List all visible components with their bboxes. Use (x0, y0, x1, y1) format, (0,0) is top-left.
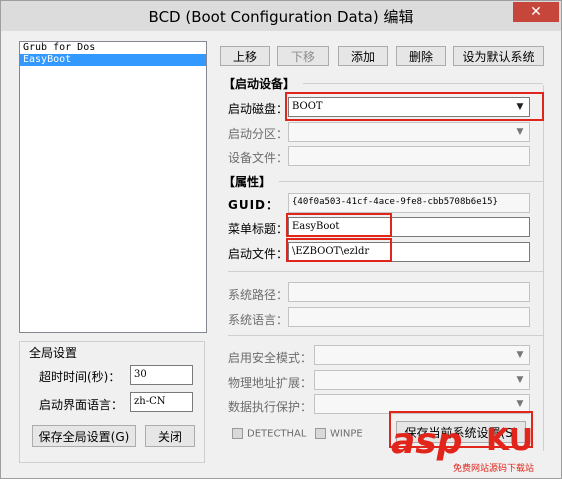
title-bar: BCD (Boot Configuration Data) 编辑 ✕ (1, 1, 561, 31)
system-language-field[interactable] (288, 307, 530, 327)
watermark-asp: asp (391, 421, 463, 462)
close-icon: ✕ (530, 4, 542, 20)
system-path-label: 系统路径： (228, 288, 289, 302)
menu-title-label: 菜单标题： (228, 222, 289, 236)
close-button[interactable]: 关闭 (145, 425, 195, 447)
highlight-box-disk (285, 92, 544, 121)
pae-select[interactable]: ▼ (314, 370, 530, 390)
move-up-button[interactable]: 上移 (220, 46, 270, 66)
checkbox-icon (232, 428, 243, 439)
chevron-down-icon: ▼ (516, 375, 524, 385)
panel-border-right (543, 85, 544, 451)
dep-label: 数据执行保护： (228, 400, 313, 414)
global-settings-title: 全局设置 (27, 344, 80, 361)
chevron-down-icon: ▼ (516, 350, 524, 360)
bcd-editor-window: BCD (Boot Configuration Data) 编辑 ✕ Grub … (0, 0, 562, 479)
winpe-label: WINPE (330, 428, 363, 440)
timeout-field[interactable]: 30 (130, 365, 193, 385)
guid-value: {40f0a503-41cf-4ace-9fe8-cbb5708b6e15} (292, 197, 498, 207)
guid-field[interactable]: {40f0a503-41cf-4ace-9fe8-cbb5708b6e15} (288, 193, 530, 213)
window-title: BCD (Boot Configuration Data) 编辑 (148, 8, 414, 26)
add-button[interactable]: 添加 (338, 46, 388, 66)
boot-device-section-title: 【启动设备】 (223, 77, 296, 91)
timeout-label: 超时时间(秒)： (39, 370, 121, 384)
checkbox-icon (315, 428, 326, 439)
system-path-field[interactable] (288, 282, 530, 302)
highlight-box-menu-title (286, 213, 392, 237)
boot-ui-language-field[interactable]: zh-CN (130, 392, 193, 412)
boot-disk-label: 启动磁盘： (228, 102, 289, 116)
properties-section-title: 【属性】 (223, 175, 272, 189)
safe-mode-select[interactable]: ▼ (314, 345, 530, 365)
section-divider (279, 181, 543, 182)
timeout-value: 30 (134, 369, 147, 380)
device-file-field[interactable] (288, 146, 530, 166)
boot-file-label: 启动文件： (228, 247, 289, 261)
chevron-down-icon: ▼ (516, 127, 524, 137)
move-down-button[interactable]: 下移 (277, 46, 329, 66)
set-default-button[interactable]: 设为默认系统 (453, 46, 544, 66)
section-divider (303, 83, 543, 84)
safe-mode-label: 启用安全模式： (228, 351, 313, 365)
highlight-box-boot-file (286, 238, 392, 262)
guid-label: GUID： (228, 198, 280, 212)
site-watermark: asp KU 免费网站源码下载站 (391, 419, 561, 479)
chevron-down-icon: ▼ (516, 399, 524, 409)
divider (228, 335, 543, 336)
winpe-checkbox[interactable]: WINPE (315, 428, 363, 440)
boot-partition-label: 启动分区： (228, 127, 289, 141)
boot-ui-language-value: zh-CN (134, 396, 166, 407)
watermark-ku: KU (486, 423, 534, 458)
system-language-label: 系统语言： (228, 313, 289, 327)
list-item-selected[interactable]: EasyBoot (20, 54, 206, 66)
delete-button[interactable]: 删除 (396, 46, 446, 66)
boot-entries-list[interactable]: Grub for Dos EasyBoot (19, 41, 207, 333)
list-item[interactable]: Grub for Dos (20, 42, 206, 54)
detecthal-label: DETECTHAL (247, 428, 307, 440)
pae-label: 物理地址扩展： (228, 376, 313, 390)
device-file-label: 设备文件： (228, 151, 289, 165)
boot-ui-language-label: 启动界面语言： (39, 398, 124, 412)
divider (228, 271, 543, 272)
close-window-button[interactable]: ✕ (513, 2, 559, 22)
save-global-settings-button[interactable]: 保存全局设置(G) (32, 425, 136, 447)
boot-partition-select[interactable]: ▼ (288, 122, 530, 142)
watermark-subtitle: 免费网站源码下载站 (453, 464, 535, 474)
detecthal-checkbox[interactable]: DETECTHAL (232, 428, 306, 440)
